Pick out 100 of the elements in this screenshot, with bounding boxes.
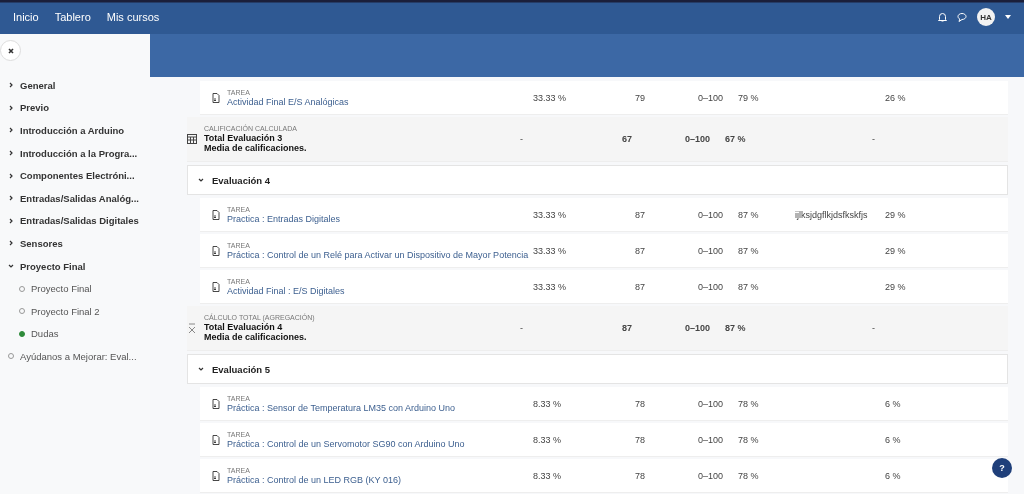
- range-cell-text: 0–100: [685, 134, 712, 144]
- category-header[interactable]: Evaluación 5: [187, 354, 1008, 384]
- contribution-cell-text: 29 %: [885, 209, 907, 220]
- total-name: Total Evaluación 4: [204, 322, 284, 332]
- chevron-right-icon: [8, 127, 14, 134]
- sidebar-section[interactable]: Componentes Electróni...: [0, 164, 150, 187]
- sidebar-activity[interactable]: Proyecto Final 2: [0, 299, 150, 323]
- percentage-cell-text: 87 %: [725, 323, 747, 333]
- sidebar-activity[interactable]: Dudas: [0, 322, 150, 346]
- weight-cell-text: -: [520, 134, 524, 144]
- nav-link[interactable]: Inicio: [13, 11, 39, 23]
- contribution-cell-text: -: [872, 323, 876, 333]
- percentage-cell-text: 78 %: [738, 470, 760, 481]
- bell-icon[interactable]: [938, 12, 947, 22]
- weight-cell-text: 8.33 %: [533, 398, 563, 409]
- percentage-cell-text: 67 %: [725, 134, 747, 144]
- grade-cell-text: 78: [635, 398, 646, 409]
- grade-cell-text: 87: [622, 323, 633, 333]
- grade-item-link[interactable]: Actividad Final E/S Analógicas: [227, 96, 349, 107]
- user-avatar[interactable]: HA: [977, 8, 995, 26]
- document-icon: [212, 281, 220, 292]
- chevron-down-icon: [198, 366, 204, 372]
- sidebar-section[interactable]: Introducción a la Progra...: [0, 141, 150, 165]
- grade-item-link[interactable]: Práctica : Control de un Servomotor SG90 con Arduino Uno: [227, 438, 465, 449]
- chevron-right-icon: [8, 104, 14, 111]
- percentage-cell-text: 78 %: [738, 434, 760, 445]
- contribution-cell-text: -: [872, 134, 876, 144]
- grade-item-link[interactable]: Actividad Final : E/S Digitales: [227, 285, 345, 296]
- sidebar-section[interactable]: Entradas/Salidas Digitales: [0, 209, 150, 233]
- range-cell-text: 0–100: [698, 434, 725, 445]
- mean-symbol-icon: [187, 322, 197, 334]
- chevron-right-icon: [8, 172, 14, 179]
- grade-item-link[interactable]: Práctica : Control de un LED RGB (KY 016): [227, 474, 401, 485]
- percentage-cell-text: 78 %: [738, 398, 760, 409]
- weight-cell-text: 33.33 %: [533, 209, 568, 220]
- contribution-cell-text: 6 %: [885, 470, 902, 481]
- percentage-cell-text: 87 %: [738, 209, 760, 220]
- total-name: Total Evaluación 3: [204, 133, 284, 143]
- grade-cell-text: 78: [635, 434, 646, 445]
- close-icon: [7, 47, 14, 54]
- calculator-icon: [187, 134, 197, 144]
- document-icon: [212, 92, 220, 103]
- chevron-right-icon: [8, 217, 14, 224]
- chat-bubble-icon[interactable]: [957, 12, 967, 22]
- sidebar-section[interactable]: Introducción a Arduino: [0, 119, 150, 142]
- chevron-down-icon: [198, 177, 204, 183]
- weight-cell-text: 33.33 %: [533, 245, 568, 256]
- grade-item-link[interactable]: Práctica : Sensor de Temperatura LM35 con Arduino Uno: [227, 402, 455, 413]
- grade-cell-text: 87: [635, 245, 646, 256]
- range-cell-text: 0–100: [698, 245, 725, 256]
- range-cell-text: 0–100: [685, 323, 712, 333]
- weight-cell-text: 8.33 %: [533, 470, 563, 481]
- contribution-cell-text: 6 %: [885, 398, 902, 409]
- sidebar-activity[interactable]: Ayúdanos a Mejorar: Eval...: [0, 345, 150, 368]
- chevron-right-icon: [8, 195, 14, 202]
- weight-cell-text: 8.33 %: [533, 434, 563, 445]
- percentage-cell-text: 79 %: [738, 92, 760, 103]
- grade-cell-text: 67: [622, 134, 633, 144]
- grade-cell-text: 78: [635, 470, 646, 481]
- category-header[interactable]: Evaluación 4: [187, 165, 1008, 195]
- sidebar-section[interactable]: Proyecto Final: [0, 254, 150, 278]
- document-icon: [212, 434, 220, 445]
- nav-link[interactable]: Mis cursos: [106, 11, 160, 23]
- contribution-cell-text: 26 %: [885, 92, 907, 103]
- grade-item-link[interactable]: Practica : Entradas Digitales: [227, 213, 341, 224]
- sidebar-section[interactable]: Entradas/Salidas Analóg...: [0, 186, 150, 210]
- weight-cell-text: 33.33 %: [533, 92, 568, 103]
- total-description: Media de calificaciones.: [204, 332, 308, 342]
- grade-item-link[interactable]: Práctica : Control de un Relé para Activar un Dispositivo de Mayor Potencia: [227, 249, 529, 260]
- grade-cell-text: 87: [635, 209, 646, 220]
- sidebar-activity[interactable]: Proyecto Final: [0, 277, 150, 300]
- grade-cell-text: 79: [635, 92, 646, 103]
- close-button[interactable]: [0, 40, 21, 61]
- nav-link[interactable]: Tablero: [54, 11, 91, 23]
- contribution-cell-text: 29 %: [885, 281, 907, 292]
- weight-cell-text: 33.33 %: [533, 281, 568, 292]
- document-icon: [212, 245, 220, 256]
- chevron-right-icon: [8, 240, 14, 247]
- percentage-cell-text: 87 %: [738, 281, 760, 292]
- grade-cell-text: 87: [635, 281, 646, 292]
- total-description: Media de calificaciones.: [204, 143, 307, 153]
- contribution-cell-text: 6 %: [885, 434, 902, 445]
- sidebar-section[interactable]: Previo: [0, 96, 150, 120]
- caret-icon[interactable]: [1005, 15, 1011, 19]
- chevron-right-icon: [8, 150, 14, 157]
- range-cell-text: 0–100: [698, 92, 725, 103]
- chevron-right-icon: [8, 82, 14, 89]
- chevron-down-icon: [8, 263, 14, 270]
- range-cell-text: 0–100: [698, 470, 725, 481]
- range-cell-text: 0–100: [698, 398, 725, 409]
- range-cell-text: 0–100: [698, 209, 725, 220]
- feedback-cell-text: ijlksjdgflkjdsfkskfjs: [795, 209, 869, 220]
- document-icon: [212, 209, 220, 220]
- range-cell-text: 0–100: [698, 281, 725, 292]
- sidebar-section[interactable]: General: [0, 74, 150, 97]
- document-icon: [212, 470, 220, 481]
- contribution-cell-text: 29 %: [885, 245, 907, 256]
- weight-cell-text: -: [520, 323, 524, 333]
- sidebar-section[interactable]: Sensores: [0, 232, 150, 255]
- document-icon: [212, 398, 220, 409]
